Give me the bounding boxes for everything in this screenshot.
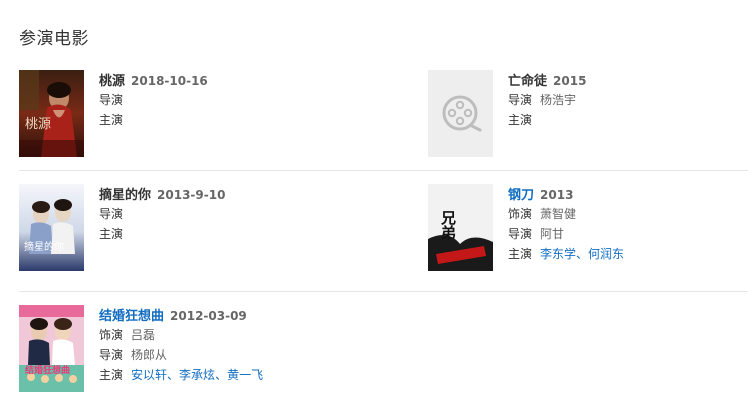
movie-info: 亡命徒 2015 导演 杨浩宇 主演 bbox=[508, 72, 748, 130]
director-label: 导演 bbox=[99, 207, 124, 221]
movie-info: 桃源 2018-10-16 导演 主演 bbox=[99, 72, 339, 130]
movie-info: 钢刀 2013 饰演 萧智健 导演 阿甘 主演 李东学、何润东 bbox=[508, 186, 748, 264]
separator: 、 bbox=[215, 368, 228, 382]
movie-card-gangdao: 兄弟 钢刀 2013 饰演 萧智健 导演 阿甘 主演 李东学、何润东 bbox=[428, 184, 748, 274]
movie-title[interactable]: 亡命徒 bbox=[508, 74, 547, 89]
star-link[interactable]: 李承炫 bbox=[179, 368, 215, 382]
movie-date: 2018-10-16 bbox=[131, 74, 208, 88]
movie-info: 摘星的你 2013-9-10 导演 主演 bbox=[99, 186, 339, 244]
separator: 、 bbox=[576, 247, 589, 261]
movie-card-taoyuan: 桃源 桃源 2018-10-16 导演 主演 bbox=[19, 70, 339, 160]
star-link[interactable]: 李东学 bbox=[540, 247, 576, 261]
role-name: 萧智健 bbox=[540, 207, 577, 221]
movie-card-wangmingtu: 亡命徒 2015 导演 杨浩宇 主演 bbox=[428, 70, 748, 160]
starring-label: 主演 bbox=[508, 247, 533, 261]
poster-taoyuan[interactable]: 桃源 bbox=[19, 70, 84, 157]
role-label: 饰演 bbox=[508, 207, 533, 221]
starring-label: 主演 bbox=[508, 113, 533, 127]
movie-date: 2013-9-10 bbox=[157, 188, 226, 202]
star-link[interactable]: 安以轩 bbox=[131, 368, 167, 382]
starring-label: 主演 bbox=[99, 368, 124, 382]
starring-label: 主演 bbox=[99, 113, 124, 127]
director-label: 导演 bbox=[99, 348, 124, 362]
divider bbox=[19, 291, 748, 292]
movie-title[interactable]: 摘星的你 bbox=[99, 188, 151, 203]
movie-date: 2013 bbox=[540, 188, 574, 202]
director-label: 导演 bbox=[508, 227, 533, 241]
movie-date: 2015 bbox=[553, 74, 587, 88]
poster-placeholder[interactable] bbox=[428, 70, 493, 157]
movie-info: 结婚狂想曲 2012-03-09 饰演 吕磊 导演 杨郎从 主演 安以轩、李承炫、黄一飞 bbox=[99, 307, 339, 385]
poster-gangdao[interactable]: 兄弟 bbox=[428, 184, 493, 271]
role-name: 吕磊 bbox=[131, 328, 156, 342]
director-name: 阿甘 bbox=[540, 227, 565, 241]
movie-title-link[interactable]: 钢刀 bbox=[508, 188, 534, 203]
poster-jiehun[interactable]: 结婚狂想曲 bbox=[19, 305, 84, 392]
poster-title-text: 桃源 bbox=[25, 117, 51, 132]
divider bbox=[19, 170, 748, 171]
movie-date: 2012-03-09 bbox=[170, 309, 247, 323]
role-label: 饰演 bbox=[99, 328, 124, 342]
separator: 、 bbox=[167, 368, 180, 382]
movie-title-link[interactable]: 结婚狂想曲 bbox=[99, 309, 164, 324]
star-link[interactable]: 何润东 bbox=[588, 247, 624, 261]
section-title: 参演电影 bbox=[19, 29, 89, 49]
poster-zhaixing[interactable]: 摘星的你 bbox=[19, 184, 84, 271]
director-name: 杨郎从 bbox=[131, 348, 168, 362]
poster-title-text: 结婚狂想曲 bbox=[25, 364, 70, 376]
starring-label: 主演 bbox=[99, 227, 124, 241]
director-label: 导演 bbox=[508, 93, 533, 107]
film-reel-icon bbox=[442, 95, 482, 132]
director-label: 导演 bbox=[99, 93, 124, 107]
movie-card-zhaixing: 摘星的你 摘星的你 2013-9-10 导演 主演 bbox=[19, 184, 339, 274]
poster-title-text: 摘星的你 bbox=[24, 240, 64, 253]
star-link[interactable]: 黄一飞 bbox=[227, 368, 263, 382]
movie-card-jiehun: 结婚狂想曲 结婚狂想曲 2012-03-09 饰演 吕磊 导演 杨郎从 主演 安以轩、李… bbox=[19, 305, 339, 395]
movie-title[interactable]: 桃源 bbox=[99, 74, 125, 89]
director-name: 杨浩宇 bbox=[540, 93, 577, 107]
poster-title-text: 兄弟 bbox=[439, 210, 457, 241]
